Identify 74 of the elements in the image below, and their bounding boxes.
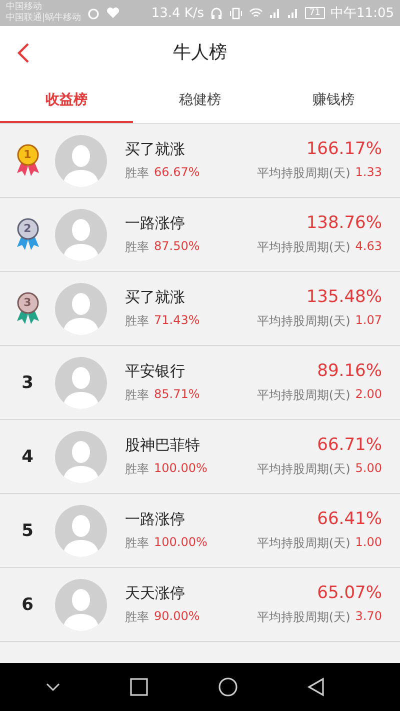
- win-rate-label: 胜率: [125, 460, 149, 478]
- tab[interactable]: 赚钱榜: [266, 78, 400, 123]
- holding-period-label: 平均持股周期(天): [256, 239, 350, 256]
- win-rate-label: 胜率: [125, 386, 149, 404]
- rank-number: 5: [22, 520, 34, 540]
- win-rate-label: 胜率: [125, 164, 149, 182]
- circle-icon: [218, 677, 238, 697]
- avatar-icon: [55, 578, 107, 630]
- holding-period-label: 平均持股周期(天): [256, 461, 350, 478]
- return-rate: 89.16%: [317, 361, 382, 381]
- medal-rank: 1: [22, 146, 32, 162]
- win-rate-value: 90.00%: [154, 608, 200, 624]
- rank-number: 3: [22, 372, 34, 392]
- user-name: 一路涨停: [125, 214, 186, 232]
- vibrate-icon: [229, 6, 244, 20]
- medal-rank: 3: [22, 294, 32, 310]
- headphones-icon: [210, 6, 224, 20]
- win-rate-label: 胜率: [125, 534, 149, 552]
- win-rate-value: 87.50%: [154, 238, 200, 254]
- holding-period-label: 平均持股周期(天): [256, 609, 350, 626]
- tab[interactable]: 稳健榜: [133, 78, 267, 123]
- return-rate: 135.48%: [306, 287, 382, 307]
- return-rate: 166.17%: [306, 139, 382, 159]
- win-rate-value: 66.67%: [154, 164, 200, 180]
- return-rate: 66.41%: [317, 509, 382, 529]
- chevron-down-icon: [44, 682, 61, 692]
- holding-period-label: 平均持股周期(天): [256, 313, 350, 330]
- battery-level: 71: [305, 7, 325, 19]
- avatar-icon: [55, 282, 107, 334]
- return-rate: 65.07%: [317, 583, 382, 603]
- win-rate-value: 85.71%: [154, 386, 200, 402]
- holding-period-value: 1.33: [355, 165, 382, 181]
- avatar-icon: [55, 208, 107, 260]
- square-icon: [130, 678, 148, 696]
- medal-rank: 2: [22, 220, 32, 236]
- holding-period-label: 平均持股周期(天): [256, 165, 350, 182]
- avatar-icon: [55, 430, 107, 482]
- avatar-icon: [55, 504, 107, 556]
- avatar-icon: [55, 134, 107, 186]
- avatar-icon: [55, 356, 107, 408]
- holding-period-label: 平均持股周期(天): [256, 387, 350, 404]
- clock: 中午11:05: [330, 5, 394, 22]
- heart-icon: [106, 7, 120, 19]
- signal-icon: [269, 7, 282, 19]
- win-rate-value: 71.43%: [154, 312, 200, 328]
- holding-period-value: 1.00: [355, 535, 382, 551]
- return-rate: 138.76%: [306, 213, 382, 233]
- holding-period-label: 平均持股周期(天): [256, 535, 350, 552]
- win-rate-label: 胜率: [125, 238, 149, 256]
- network-speed: 13.4 K/s: [151, 6, 204, 20]
- rank-number: 6: [22, 594, 34, 614]
- holding-period-value: 1.07: [355, 313, 382, 329]
- user-name: 平安银行: [125, 362, 186, 380]
- win-rate-value: 100.00%: [154, 534, 208, 550]
- wifi-icon: [249, 7, 264, 19]
- triangle-icon: [307, 677, 326, 697]
- user-name: 买了就涨: [125, 140, 186, 158]
- holding-period-value: 4.63: [355, 239, 382, 255]
- user-name: 买了就涨: [125, 288, 186, 306]
- user-name: 股神巴菲特: [125, 436, 201, 454]
- holding-period-value: 5.00: [355, 461, 382, 477]
- win-rate-value: 100.00%: [154, 460, 208, 476]
- user-name: 天天涨停: [125, 584, 186, 602]
- win-rate-label: 胜率: [125, 608, 149, 626]
- win-rate-label: 胜率: [125, 312, 149, 330]
- chevron-left-icon: [16, 42, 30, 64]
- page-title: 牛人榜: [173, 41, 227, 64]
- return-rate: 66.71%: [317, 435, 382, 455]
- holding-period-value: 2.00: [355, 387, 382, 403]
- holding-period-value: 3.70: [355, 609, 382, 625]
- tab[interactable]: 收益榜: [0, 78, 134, 123]
- signal-icon: [287, 7, 300, 19]
- user-name: 一路涨停: [125, 510, 186, 528]
- rank-number: 4: [22, 446, 34, 466]
